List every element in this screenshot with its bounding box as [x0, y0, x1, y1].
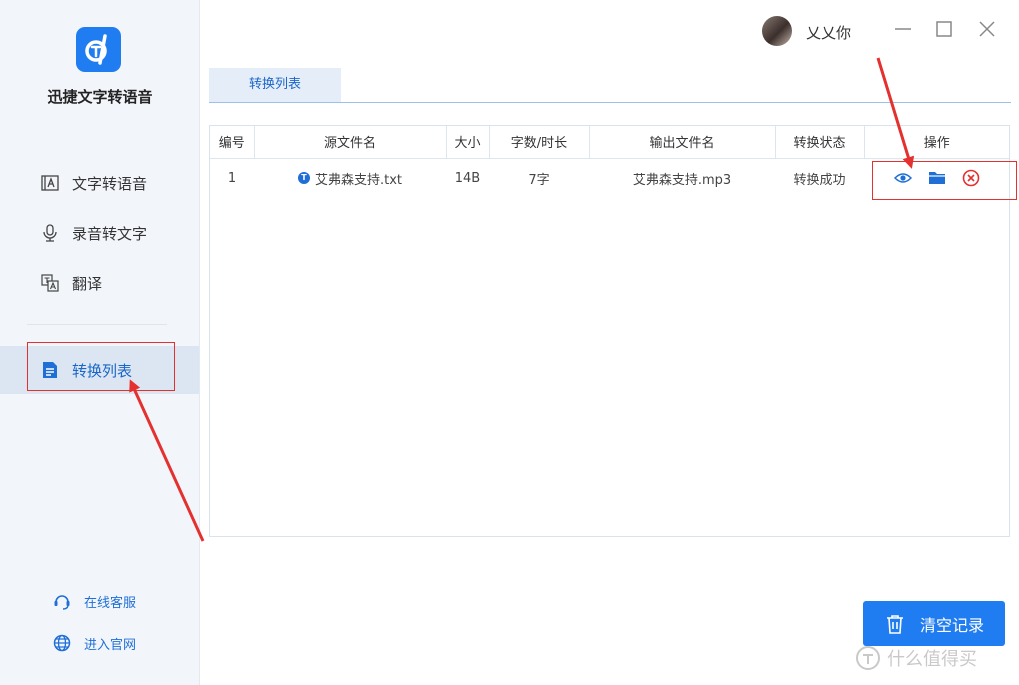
annotation-arrows — [129, 57, 915, 542]
annotation-arrow-sidebar — [129, 379, 205, 542]
annotation-arrow-actions — [876, 57, 915, 169]
